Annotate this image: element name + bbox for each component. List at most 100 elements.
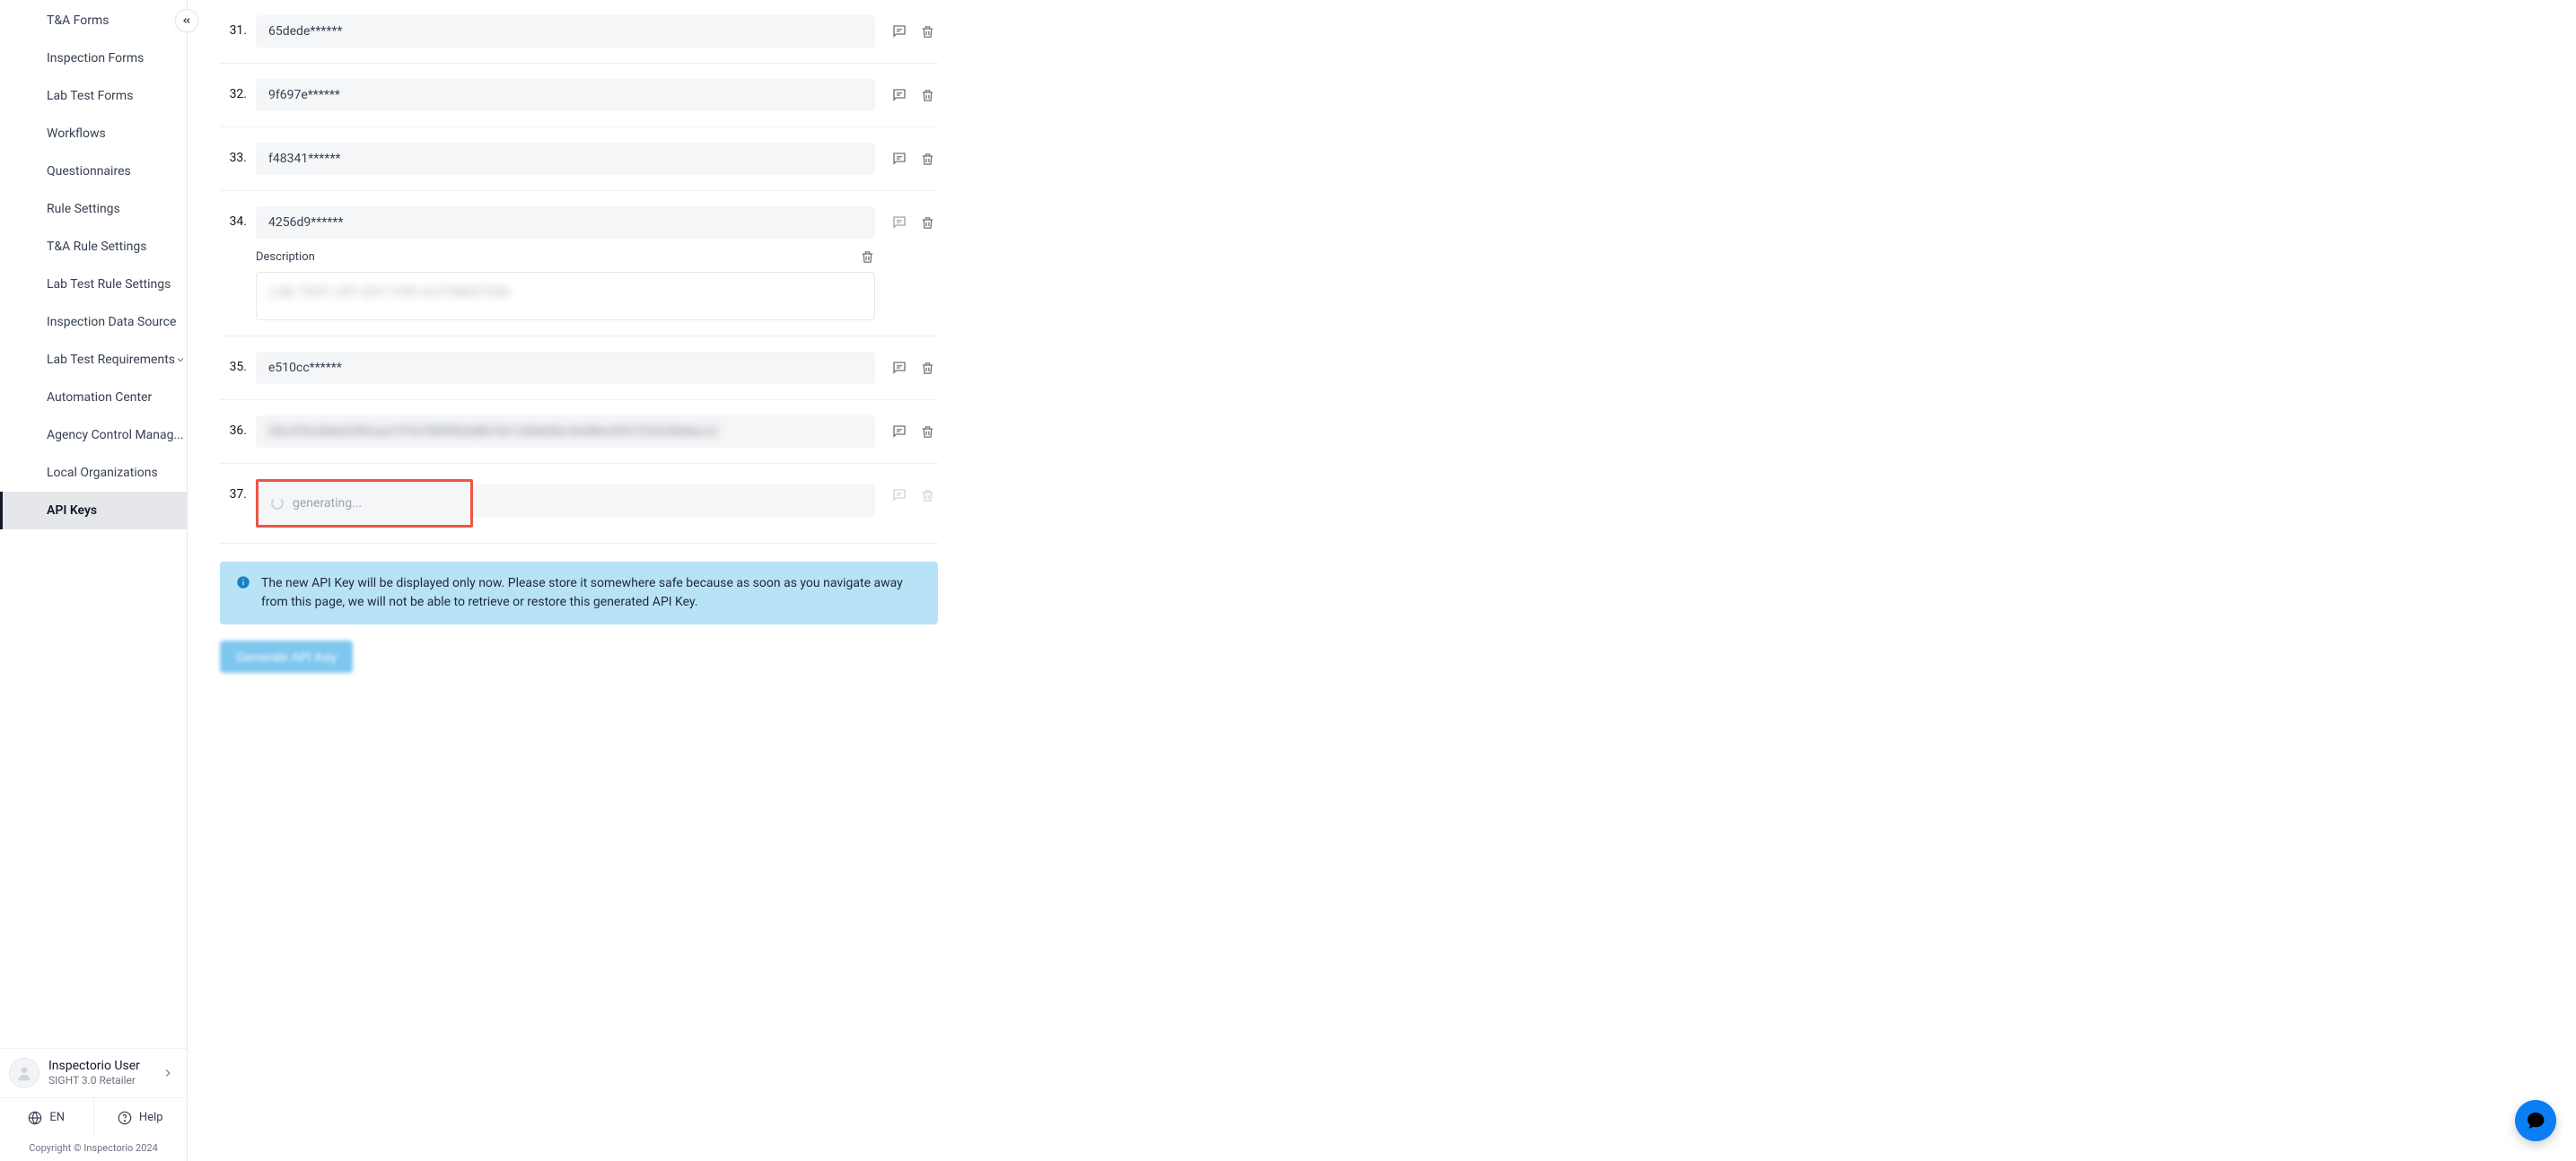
user-meta: Inspectorio User SIGHT 3.0 Retailer [48, 1059, 153, 1087]
row-index: 32. [220, 79, 247, 101]
sidebar-item-label: Inspection Forms [47, 51, 144, 65]
api-key-value-generating: generating... [258, 482, 470, 525]
info-alert: The new API Key will be displayed only n… [220, 562, 938, 624]
copyright-text: Copyright © Inspectorio 2024 [0, 1137, 187, 1161]
sidebar-footer: EN Help [0, 1097, 187, 1137]
delete-button[interactable] [920, 88, 935, 103]
comment-icon [891, 423, 907, 440]
help-icon [118, 1111, 132, 1125]
trash-icon [920, 215, 935, 231]
description-button[interactable] [891, 214, 907, 231]
sidebar-item-lab-test-rule-settings[interactable]: Lab Test Rule Settings [0, 266, 187, 303]
sidebar-item-workflows[interactable]: Workflows [0, 115, 187, 153]
trash-icon [920, 424, 935, 440]
sidebar-item-ta-forms[interactable]: T&A Forms [0, 2, 187, 39]
description-button [891, 487, 907, 503]
chat-widget-button[interactable] [2515, 1100, 2556, 1141]
sidebar-item-local-organizations[interactable]: Local Organizations [0, 454, 187, 492]
sidebar-item-inspection-forms[interactable]: Inspection Forms [0, 39, 187, 77]
api-key-value[interactable]: f48341****** [256, 143, 875, 175]
help-label: Help [139, 1111, 163, 1124]
delete-button[interactable] [920, 424, 935, 440]
comment-icon [891, 487, 907, 503]
comment-icon [891, 360, 907, 376]
user-icon [15, 1064, 33, 1082]
trash-icon [920, 152, 935, 167]
comment-icon [891, 151, 907, 167]
row-index: 37. [220, 479, 247, 502]
api-key-row: 32. 9f697e****** [220, 64, 938, 127]
description-button[interactable] [891, 423, 907, 440]
avatar [9, 1058, 39, 1088]
sidebar-item-agency-control[interactable]: Agency Control Manag... [0, 416, 187, 454]
sidebar-item-label: Lab Test Requirements [47, 353, 175, 367]
api-key-value[interactable]: 65dede****** [256, 15, 875, 48]
trash-icon [920, 488, 935, 503]
sidebar-item-lab-test-forms[interactable]: Lab Test Forms [0, 77, 187, 115]
row-index: 34. [220, 206, 247, 229]
description-input[interactable]: LAB TEST API KEY FOR AUTOMATION [256, 272, 875, 320]
user-name: Inspectorio User [48, 1059, 153, 1074]
api-key-value[interactable]: 03c47bc6be6340caa191b7889fb0a8b7dc1e84e0… [256, 415, 875, 448]
trash-icon [920, 361, 935, 376]
language-label: EN [49, 1111, 65, 1124]
sidebar-item-label: API Keys [47, 503, 97, 518]
row-index: 33. [220, 143, 247, 165]
description-button[interactable] [891, 23, 907, 39]
api-key-value[interactable]: 4256d9****** [256, 206, 875, 239]
sidebar-item-lab-test-requirements[interactable]: Lab Test Requirements [0, 341, 187, 379]
sidebar-item-api-keys[interactable]: API Keys [0, 492, 187, 529]
api-key-row: 33. f48341****** [220, 127, 938, 191]
chat-bubble-icon [2525, 1110, 2546, 1131]
sidebar-item-label: Local Organizations [47, 466, 158, 480]
sidebar-item-label: T&A Forms [47, 13, 110, 28]
api-key-value[interactable]: e510cc****** [256, 352, 875, 384]
description-button[interactable] [891, 151, 907, 167]
sidebar-item-label: Questionnaires [47, 164, 131, 179]
info-icon [236, 575, 250, 612]
delete-button[interactable] [920, 152, 935, 167]
highlight-annotation: generating... [256, 479, 473, 528]
api-key-value [471, 484, 875, 517]
api-key-row: 31. 65dede****** [220, 0, 938, 64]
sidebar-item-ta-rule-settings[interactable]: T&A Rule Settings [0, 228, 187, 266]
sidebar-item-automation-center[interactable]: Automation Center [0, 379, 187, 416]
chevron-double-left-icon [181, 15, 192, 26]
sidebar-item-label: Agency Control Manag... [47, 428, 184, 442]
sidebar-collapse-button[interactable] [175, 9, 198, 32]
sidebar: T&A Forms Inspection Forms Lab Test Form… [0, 0, 188, 1161]
alert-text: The new API Key will be displayed only n… [261, 574, 922, 612]
api-key-row: 35. e510cc****** [220, 336, 938, 400]
sidebar-item-inspection-data-source[interactable]: Inspection Data Source [0, 303, 187, 341]
language-switch-button[interactable]: EN [0, 1098, 94, 1137]
comment-icon [891, 87, 907, 103]
api-key-row: 36. 03c47bc6be6340caa191b7889fb0a8b7dc1e… [220, 400, 938, 464]
generate-api-key-button[interactable]: Generate API Key [220, 641, 353, 673]
row-index: 31. [220, 15, 247, 38]
chevron-down-icon [175, 354, 186, 365]
trash-icon [920, 24, 935, 39]
description-button[interactable] [891, 87, 907, 103]
sidebar-item-label: T&A Rule Settings [47, 240, 146, 254]
sidebar-item-questionnaires[interactable]: Questionnaires [0, 153, 187, 190]
sidebar-item-label: Inspection Data Source [47, 315, 176, 329]
help-button[interactable]: Help [94, 1098, 188, 1137]
trash-icon [860, 249, 875, 265]
sidebar-item-rule-settings[interactable]: Rule Settings [0, 190, 187, 228]
sidebar-item-label: Automation Center [47, 390, 152, 405]
description-button[interactable] [891, 360, 907, 376]
chevron-right-icon [162, 1067, 174, 1079]
delete-description-button[interactable] [860, 249, 875, 265]
sidebar-item-label: Lab Test Rule Settings [47, 277, 171, 292]
delete-button[interactable] [920, 24, 935, 39]
api-key-value[interactable]: 9f697e****** [256, 79, 875, 111]
sidebar-item-label: Rule Settings [47, 202, 120, 216]
user-role: SIGHT 3.0 Retailer [48, 1074, 153, 1087]
description-label: Description [256, 250, 315, 264]
delete-button[interactable] [920, 361, 935, 376]
delete-button [920, 488, 935, 503]
user-account-button[interactable]: Inspectorio User SIGHT 3.0 Retailer [0, 1048, 187, 1097]
api-key-row: 34. 4256d9****** Description LAB TEST AP… [220, 191, 938, 336]
delete-button[interactable] [920, 215, 935, 231]
description-block: Description LAB TEST API KEY FOR AUTOMAT… [256, 249, 875, 320]
